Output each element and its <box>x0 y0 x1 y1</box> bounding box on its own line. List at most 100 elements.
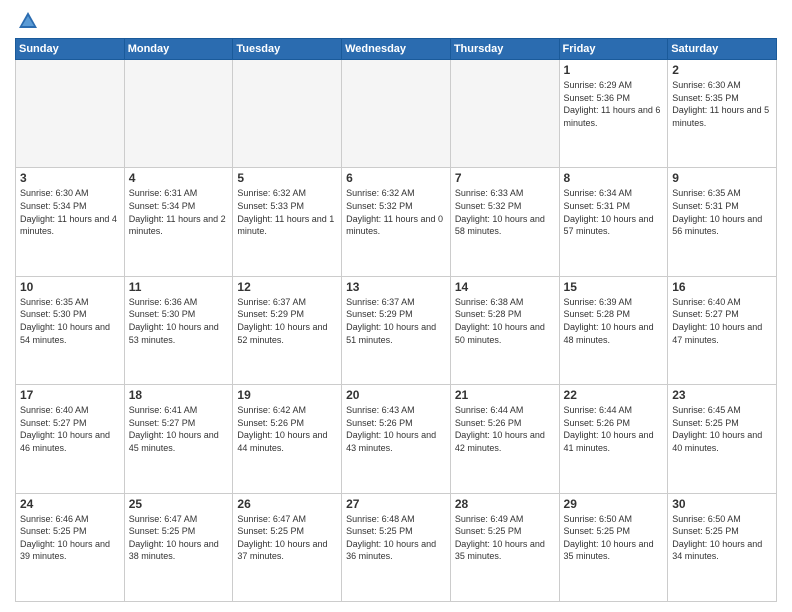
calendar-cell: 30 Sunrise: 6:50 AMSunset: 5:25 PMDayligh… <box>668 493 777 601</box>
day-number: 21 <box>455 388 555 402</box>
day-number: 1 <box>564 63 664 77</box>
day-number: 12 <box>237 280 337 294</box>
page: SundayMondayTuesdayWednesdayThursdayFrid… <box>0 0 792 612</box>
day-number: 16 <box>672 280 772 294</box>
day-info: Sunrise: 6:47 AMSunset: 5:25 PMDaylight:… <box>129 513 229 563</box>
header <box>15 10 777 32</box>
day-number: 26 <box>237 497 337 511</box>
day-info: Sunrise: 6:31 AMSunset: 5:34 PMDaylight:… <box>129 187 229 237</box>
calendar-cell: 12 Sunrise: 6:37 AMSunset: 5:29 PMDayligh… <box>233 276 342 384</box>
calendar-cell: 24 Sunrise: 6:46 AMSunset: 5:25 PMDayligh… <box>16 493 125 601</box>
day-info: Sunrise: 6:37 AMSunset: 5:29 PMDaylight:… <box>346 296 446 346</box>
day-info: Sunrise: 6:46 AMSunset: 5:25 PMDaylight:… <box>20 513 120 563</box>
calendar-cell: 4 Sunrise: 6:31 AMSunset: 5:34 PMDaylight… <box>124 168 233 276</box>
logo <box>15 10 39 32</box>
calendar-cell <box>342 60 451 168</box>
day-info: Sunrise: 6:30 AMSunset: 5:35 PMDaylight:… <box>672 79 772 129</box>
day-info: Sunrise: 6:33 AMSunset: 5:32 PMDaylight:… <box>455 187 555 237</box>
week-row-1: 1 Sunrise: 6:29 AMSunset: 5:36 PMDaylight… <box>16 60 777 168</box>
calendar-cell: 13Sunrise: 6:37 AMSunset: 5:29 PMDayligh… <box>342 276 451 384</box>
calendar-header-tuesday: Tuesday <box>233 39 342 60</box>
calendar-cell: 15 Sunrise: 6:39 AMSunset: 5:28 PMDayligh… <box>559 276 668 384</box>
day-number: 9 <box>672 171 772 185</box>
day-number: 15 <box>564 280 664 294</box>
day-number: 3 <box>20 171 120 185</box>
day-info: Sunrise: 6:30 AMSunset: 5:34 PMDaylight:… <box>20 187 120 237</box>
calendar-cell: 10 Sunrise: 6:35 AMSunset: 5:30 PMDayligh… <box>16 276 125 384</box>
day-info: Sunrise: 6:35 AMSunset: 5:31 PMDaylight:… <box>672 187 772 237</box>
day-number: 25 <box>129 497 229 511</box>
day-info: Sunrise: 6:44 AMSunset: 5:26 PMDaylight:… <box>564 404 664 454</box>
day-number: 29 <box>564 497 664 511</box>
day-number: 27 <box>346 497 446 511</box>
week-row-4: 17 Sunrise: 6:40 AMSunset: 5:27 PMDayligh… <box>16 385 777 493</box>
calendar-cell: 26 Sunrise: 6:47 AMSunset: 5:25 PMDayligh… <box>233 493 342 601</box>
day-info: Sunrise: 6:47 AMSunset: 5:25 PMDaylight:… <box>237 513 337 563</box>
day-info: Sunrise: 6:49 AMSunset: 5:25 PMDaylight:… <box>455 513 555 563</box>
calendar-cell: 27 Sunrise: 6:48 AMSunset: 5:25 PMDayligh… <box>342 493 451 601</box>
day-info: Sunrise: 6:43 AMSunset: 5:26 PMDaylight:… <box>346 404 446 454</box>
calendar-cell <box>124 60 233 168</box>
calendar-header-wednesday: Wednesday <box>342 39 451 60</box>
calendar-cell: 25 Sunrise: 6:47 AMSunset: 5:25 PMDayligh… <box>124 493 233 601</box>
calendar-cell: 11Sunrise: 6:36 AMSunset: 5:30 PMDayligh… <box>124 276 233 384</box>
day-number: 19 <box>237 388 337 402</box>
day-number: 23 <box>672 388 772 402</box>
calendar-cell: 1 Sunrise: 6:29 AMSunset: 5:36 PMDaylight… <box>559 60 668 168</box>
calendar-cell: 2 Sunrise: 6:30 AMSunset: 5:35 PMDaylight… <box>668 60 777 168</box>
day-info: Sunrise: 6:41 AMSunset: 5:27 PMDaylight:… <box>129 404 229 454</box>
day-info: Sunrise: 6:44 AMSunset: 5:26 PMDaylight:… <box>455 404 555 454</box>
day-info: Sunrise: 6:38 AMSunset: 5:28 PMDaylight:… <box>455 296 555 346</box>
day-info: Sunrise: 6:45 AMSunset: 5:25 PMDaylight:… <box>672 404 772 454</box>
calendar-cell: 18 Sunrise: 6:41 AMSunset: 5:27 PMDayligh… <box>124 385 233 493</box>
day-number: 11 <box>129 280 229 294</box>
calendar-cell: 14 Sunrise: 6:38 AMSunset: 5:28 PMDayligh… <box>450 276 559 384</box>
day-info: Sunrise: 6:50 AMSunset: 5:25 PMDaylight:… <box>564 513 664 563</box>
week-row-3: 10 Sunrise: 6:35 AMSunset: 5:30 PMDayligh… <box>16 276 777 384</box>
day-number: 14 <box>455 280 555 294</box>
day-number: 4 <box>129 171 229 185</box>
day-info: Sunrise: 6:50 AMSunset: 5:25 PMDaylight:… <box>672 513 772 563</box>
logo-icon <box>17 10 39 32</box>
day-info: Sunrise: 6:32 AMSunset: 5:32 PMDaylight:… <box>346 187 446 237</box>
week-row-5: 24 Sunrise: 6:46 AMSunset: 5:25 PMDayligh… <box>16 493 777 601</box>
calendar-cell: 6 Sunrise: 6:32 AMSunset: 5:32 PMDaylight… <box>342 168 451 276</box>
day-number: 18 <box>129 388 229 402</box>
day-number: 17 <box>20 388 120 402</box>
day-info: Sunrise: 6:34 AMSunset: 5:31 PMDaylight:… <box>564 187 664 237</box>
day-number: 6 <box>346 171 446 185</box>
day-info: Sunrise: 6:40 AMSunset: 5:27 PMDaylight:… <box>20 404 120 454</box>
day-info: Sunrise: 6:29 AMSunset: 5:36 PMDaylight:… <box>564 79 664 129</box>
calendar-cell: 7 Sunrise: 6:33 AMSunset: 5:32 PMDaylight… <box>450 168 559 276</box>
day-number: 2 <box>672 63 772 77</box>
calendar-header-row: SundayMondayTuesdayWednesdayThursdayFrid… <box>16 39 777 60</box>
calendar-cell: 17 Sunrise: 6:40 AMSunset: 5:27 PMDayligh… <box>16 385 125 493</box>
day-number: 8 <box>564 171 664 185</box>
day-number: 28 <box>455 497 555 511</box>
day-info: Sunrise: 6:42 AMSunset: 5:26 PMDaylight:… <box>237 404 337 454</box>
day-number: 22 <box>564 388 664 402</box>
calendar-cell: 5 Sunrise: 6:32 AMSunset: 5:33 PMDaylight… <box>233 168 342 276</box>
day-number: 24 <box>20 497 120 511</box>
day-number: 7 <box>455 171 555 185</box>
day-info: Sunrise: 6:39 AMSunset: 5:28 PMDaylight:… <box>564 296 664 346</box>
calendar-cell: 22 Sunrise: 6:44 AMSunset: 5:26 PMDayligh… <box>559 385 668 493</box>
day-info: Sunrise: 6:48 AMSunset: 5:25 PMDaylight:… <box>346 513 446 563</box>
day-info: Sunrise: 6:32 AMSunset: 5:33 PMDaylight:… <box>237 187 337 237</box>
calendar-header-saturday: Saturday <box>668 39 777 60</box>
day-number: 5 <box>237 171 337 185</box>
day-number: 10 <box>20 280 120 294</box>
calendar-cell: 28 Sunrise: 6:49 AMSunset: 5:25 PMDayligh… <box>450 493 559 601</box>
calendar-table: SundayMondayTuesdayWednesdayThursdayFrid… <box>15 38 777 602</box>
calendar-cell: 9 Sunrise: 6:35 AMSunset: 5:31 PMDaylight… <box>668 168 777 276</box>
day-number: 30 <box>672 497 772 511</box>
calendar-cell: 23 Sunrise: 6:45 AMSunset: 5:25 PMDayligh… <box>668 385 777 493</box>
calendar-cell <box>233 60 342 168</box>
calendar-cell <box>450 60 559 168</box>
day-info: Sunrise: 6:35 AMSunset: 5:30 PMDaylight:… <box>20 296 120 346</box>
calendar-header-friday: Friday <box>559 39 668 60</box>
calendar-cell: 3 Sunrise: 6:30 AMSunset: 5:34 PMDaylight… <box>16 168 125 276</box>
day-info: Sunrise: 6:40 AMSunset: 5:27 PMDaylight:… <box>672 296 772 346</box>
calendar-cell: 29 Sunrise: 6:50 AMSunset: 5:25 PMDayligh… <box>559 493 668 601</box>
day-info: Sunrise: 6:37 AMSunset: 5:29 PMDaylight:… <box>237 296 337 346</box>
